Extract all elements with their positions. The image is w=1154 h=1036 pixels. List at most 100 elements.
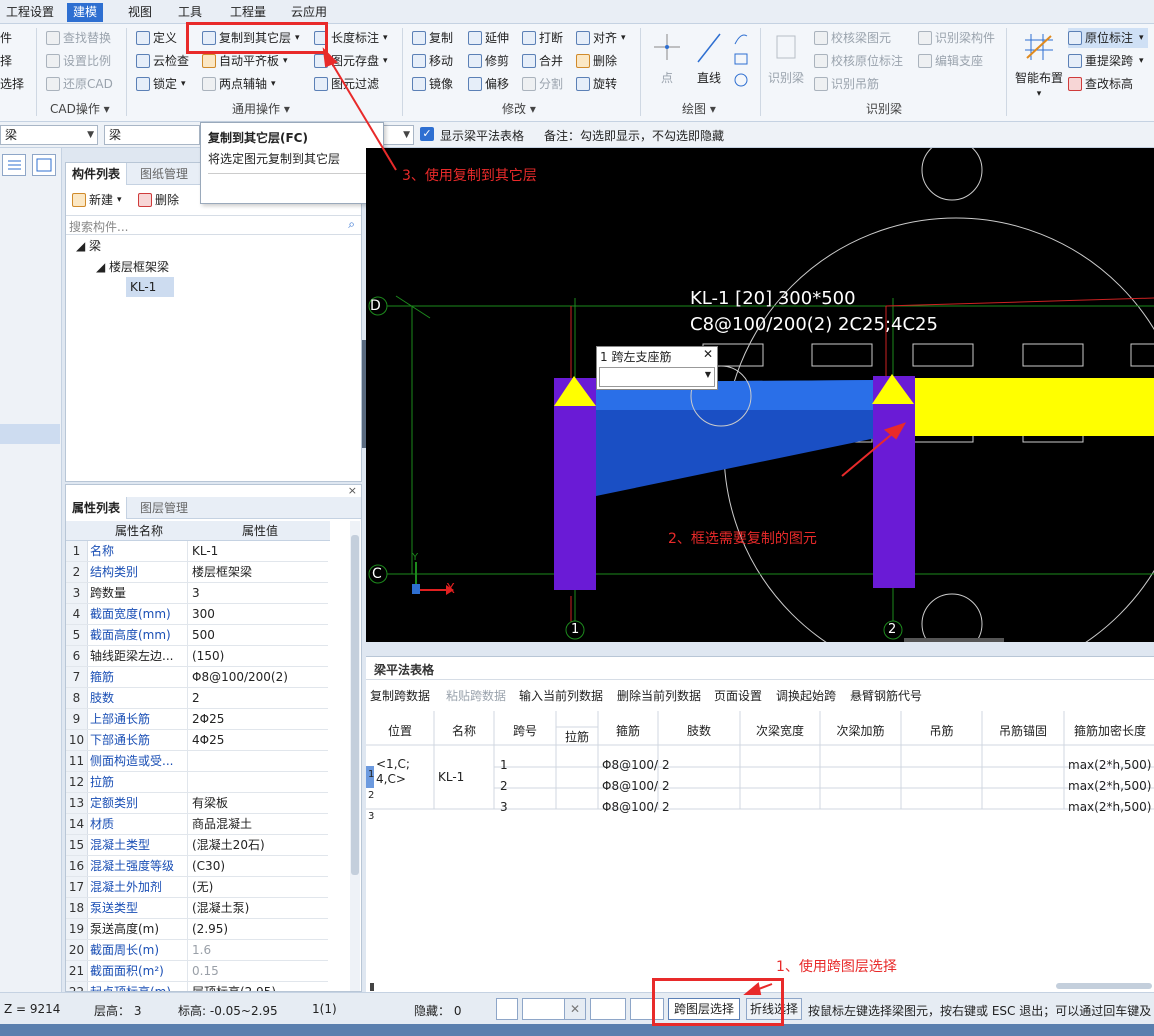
tab-drawing-management[interactable]: 图纸管理 (134, 163, 194, 185)
property-value[interactable]: (无) (192, 877, 328, 897)
copy-button[interactable]: 复制 (412, 28, 453, 48)
auto-align-slab-button[interactable]: 自动平齐板 ▾ (202, 51, 288, 71)
line-button[interactable]: 直线 (692, 30, 726, 86)
component-search-input[interactable]: 搜索构件... ⌕ (66, 215, 361, 235)
cell-span[interactable]: 3 (500, 797, 508, 817)
cell-legs[interactable]: 2 (662, 797, 670, 817)
menu-project-settings[interactable]: 工程设置 (0, 3, 60, 22)
property-row[interactable]: 8 肢数 2 (66, 688, 328, 709)
restore-cad-button[interactable]: 还原CAD (46, 74, 113, 94)
verify-annotation-button[interactable]: 校核原位标注 (814, 51, 903, 71)
verify-beam-button[interactable]: 校核梁图元 (814, 28, 891, 48)
property-value[interactable]: 4Φ25 (192, 730, 328, 750)
ortho-icon[interactable] (496, 998, 518, 1020)
table-scroll-left[interactable] (370, 983, 374, 991)
property-row[interactable]: 5 截面高度(mm) 500 (66, 625, 328, 646)
extend-button[interactable]: 延伸 (468, 28, 509, 48)
menu-cloud[interactable]: 云应用 (285, 3, 333, 22)
property-value[interactable]: 0.15 (192, 961, 328, 981)
cell-stirrup[interactable]: Φ8@100/ (602, 755, 658, 775)
property-row[interactable]: 14 材质 商品混凝土 (66, 814, 328, 835)
mirror-button[interactable]: 镜像 (412, 74, 453, 94)
delete-component-button[interactable]: 删除 (138, 191, 179, 208)
new-component-button[interactable]: 新建 ▾ (72, 191, 122, 208)
lock-button[interactable]: 锁定 ▾ (136, 74, 186, 94)
group-draw[interactable]: 绘图 ▾ (682, 100, 716, 118)
property-row[interactable]: 2 结构类别 楼层框架梁 (66, 562, 328, 583)
property-row[interactable]: 9 上部通长筋 2Φ25 (66, 709, 328, 730)
ribbon-cut-item[interactable]: 择 (0, 51, 12, 71)
property-row[interactable]: 6 轴线距梁左边... (150) (66, 646, 328, 667)
offset-button[interactable]: 偏移 (468, 74, 509, 94)
copy-span-data-button[interactable]: 复制跨数据 (370, 687, 430, 704)
snap-dropdown[interactable] (522, 998, 566, 1020)
recognize-beam-component-button[interactable]: 识别梁构件 (918, 28, 995, 48)
tab-properties[interactable]: 属性列表 (66, 497, 128, 519)
support-rebar-popup[interactable]: 1 跨左支座筋 ✕ ▼ (596, 346, 718, 390)
re-extract-span-button[interactable]: 重提梁跨 ▾ (1068, 51, 1144, 71)
cell-stirrup[interactable]: Φ8@100/ (602, 797, 658, 817)
property-row[interactable]: 12 拉筋 (66, 772, 328, 793)
table-hscrollbar[interactable] (1056, 983, 1152, 989)
cell-position[interactable]: <1,C; 4,C> (376, 757, 410, 787)
drawing-canvas[interactable]: D C 1 2 X Y KL-1 [20] 300*500 C8@100/200… (366, 148, 1154, 642)
property-row[interactable]: 7 箍筋 Φ8@100/200(2) (66, 667, 328, 688)
delete-column-data-button[interactable]: 删除当前列数据 (617, 687, 701, 704)
group-general[interactable]: 通用操作 ▾ (232, 100, 290, 118)
grid-view-icon[interactable] (32, 154, 56, 176)
tree-node-frame-beam[interactable]: ◢ 楼层框架梁 (96, 258, 169, 275)
property-value[interactable]: 层顶标高(2.95) (192, 982, 328, 991)
tree-node-kl1[interactable]: KL-1 (126, 277, 174, 297)
property-value[interactable]: 3 (192, 583, 328, 603)
property-row[interactable]: 11 侧面构造或受... (66, 751, 328, 772)
point-button[interactable]: 点 (650, 30, 684, 86)
close-icon[interactable]: × (348, 484, 357, 497)
cell-dense-length[interactable]: max(2*h,500) (1068, 776, 1151, 796)
property-row[interactable]: 17 混凝土外加剂 (无) (66, 877, 328, 898)
cell-legs[interactable]: 2 (662, 755, 670, 775)
cell-stirrup[interactable]: Φ8@100/ (602, 776, 658, 796)
ribbon-cut-item[interactable]: 件 (0, 28, 12, 48)
property-value[interactable]: (混凝土20石) (192, 835, 328, 855)
property-value[interactable]: 有梁板 (192, 793, 328, 813)
property-row[interactable]: 1 名称 KL-1 (66, 541, 328, 562)
edit-elevation-button[interactable]: 查改标高 (1068, 74, 1133, 94)
recognize-beam-button[interactable]: 识别梁 (766, 30, 806, 86)
paste-span-data-button[interactable]: 粘贴跨数据 (446, 687, 506, 704)
component-type-select[interactable]: 梁 (104, 125, 200, 145)
edit-support-button[interactable]: 编辑支座 (918, 51, 983, 71)
page-setup-button[interactable]: 页面设置 (714, 687, 762, 704)
property-row[interactable]: 20 截面周长(m) 1.6 (66, 940, 328, 961)
property-row[interactable]: 13 定额类别 有梁板 (66, 793, 328, 814)
close-icon[interactable]: ✕ (703, 347, 713, 361)
property-value[interactable]: 500 (192, 625, 328, 645)
panel-splitter[interactable] (362, 340, 366, 448)
cell-dense-length[interactable]: max(2*h,500) (1068, 755, 1151, 775)
property-value[interactable]: 1.6 (192, 940, 328, 960)
tab-layer-management[interactable]: 图层管理 (134, 497, 194, 519)
trim-button[interactable]: 修剪 (468, 51, 509, 71)
menu-tools[interactable]: 工具 (172, 3, 208, 22)
cell-span[interactable]: 1 (500, 755, 508, 775)
property-row[interactable]: 22起点顶标高(m) 层顶标高(2.95) (66, 982, 328, 991)
property-row[interactable]: 19 泵送高度(m) (2.95) (66, 919, 328, 940)
component-select[interactable]: ▼ (380, 125, 414, 145)
property-value[interactable]: Φ8@100/200(2) (192, 667, 328, 687)
cloud-check-button[interactable]: 云检查 (136, 51, 189, 71)
list-view-icon[interactable] (2, 154, 26, 176)
property-row[interactable]: 18 泵送类型 (混凝土泵) (66, 898, 328, 919)
property-value[interactable]: KL-1 (192, 541, 328, 561)
rotate-button[interactable]: 旋转 (576, 74, 617, 94)
merge-button[interactable]: 合并 (522, 51, 563, 71)
group-cad[interactable]: CAD操作 ▾ (50, 100, 110, 118)
property-row[interactable]: 3 跨数量 3 (66, 583, 328, 604)
angle-dropdown[interactable] (590, 998, 626, 1020)
property-row[interactable]: 15 混凝土类型 (混凝土20石) (66, 835, 328, 856)
property-value[interactable]: (C30) (192, 856, 328, 876)
tree-node-beam[interactable]: ◢ 梁 (76, 237, 101, 254)
input-column-data-button[interactable]: 输入当前列数据 (519, 687, 603, 704)
smart-layout-button[interactable]: 智能布置 ▾ (1012, 30, 1066, 102)
menu-modeling[interactable]: 建模 (67, 3, 104, 22)
element-save-button[interactable]: 图元存盘 ▾ (314, 51, 388, 71)
move-button[interactable]: 移动 (412, 51, 453, 71)
